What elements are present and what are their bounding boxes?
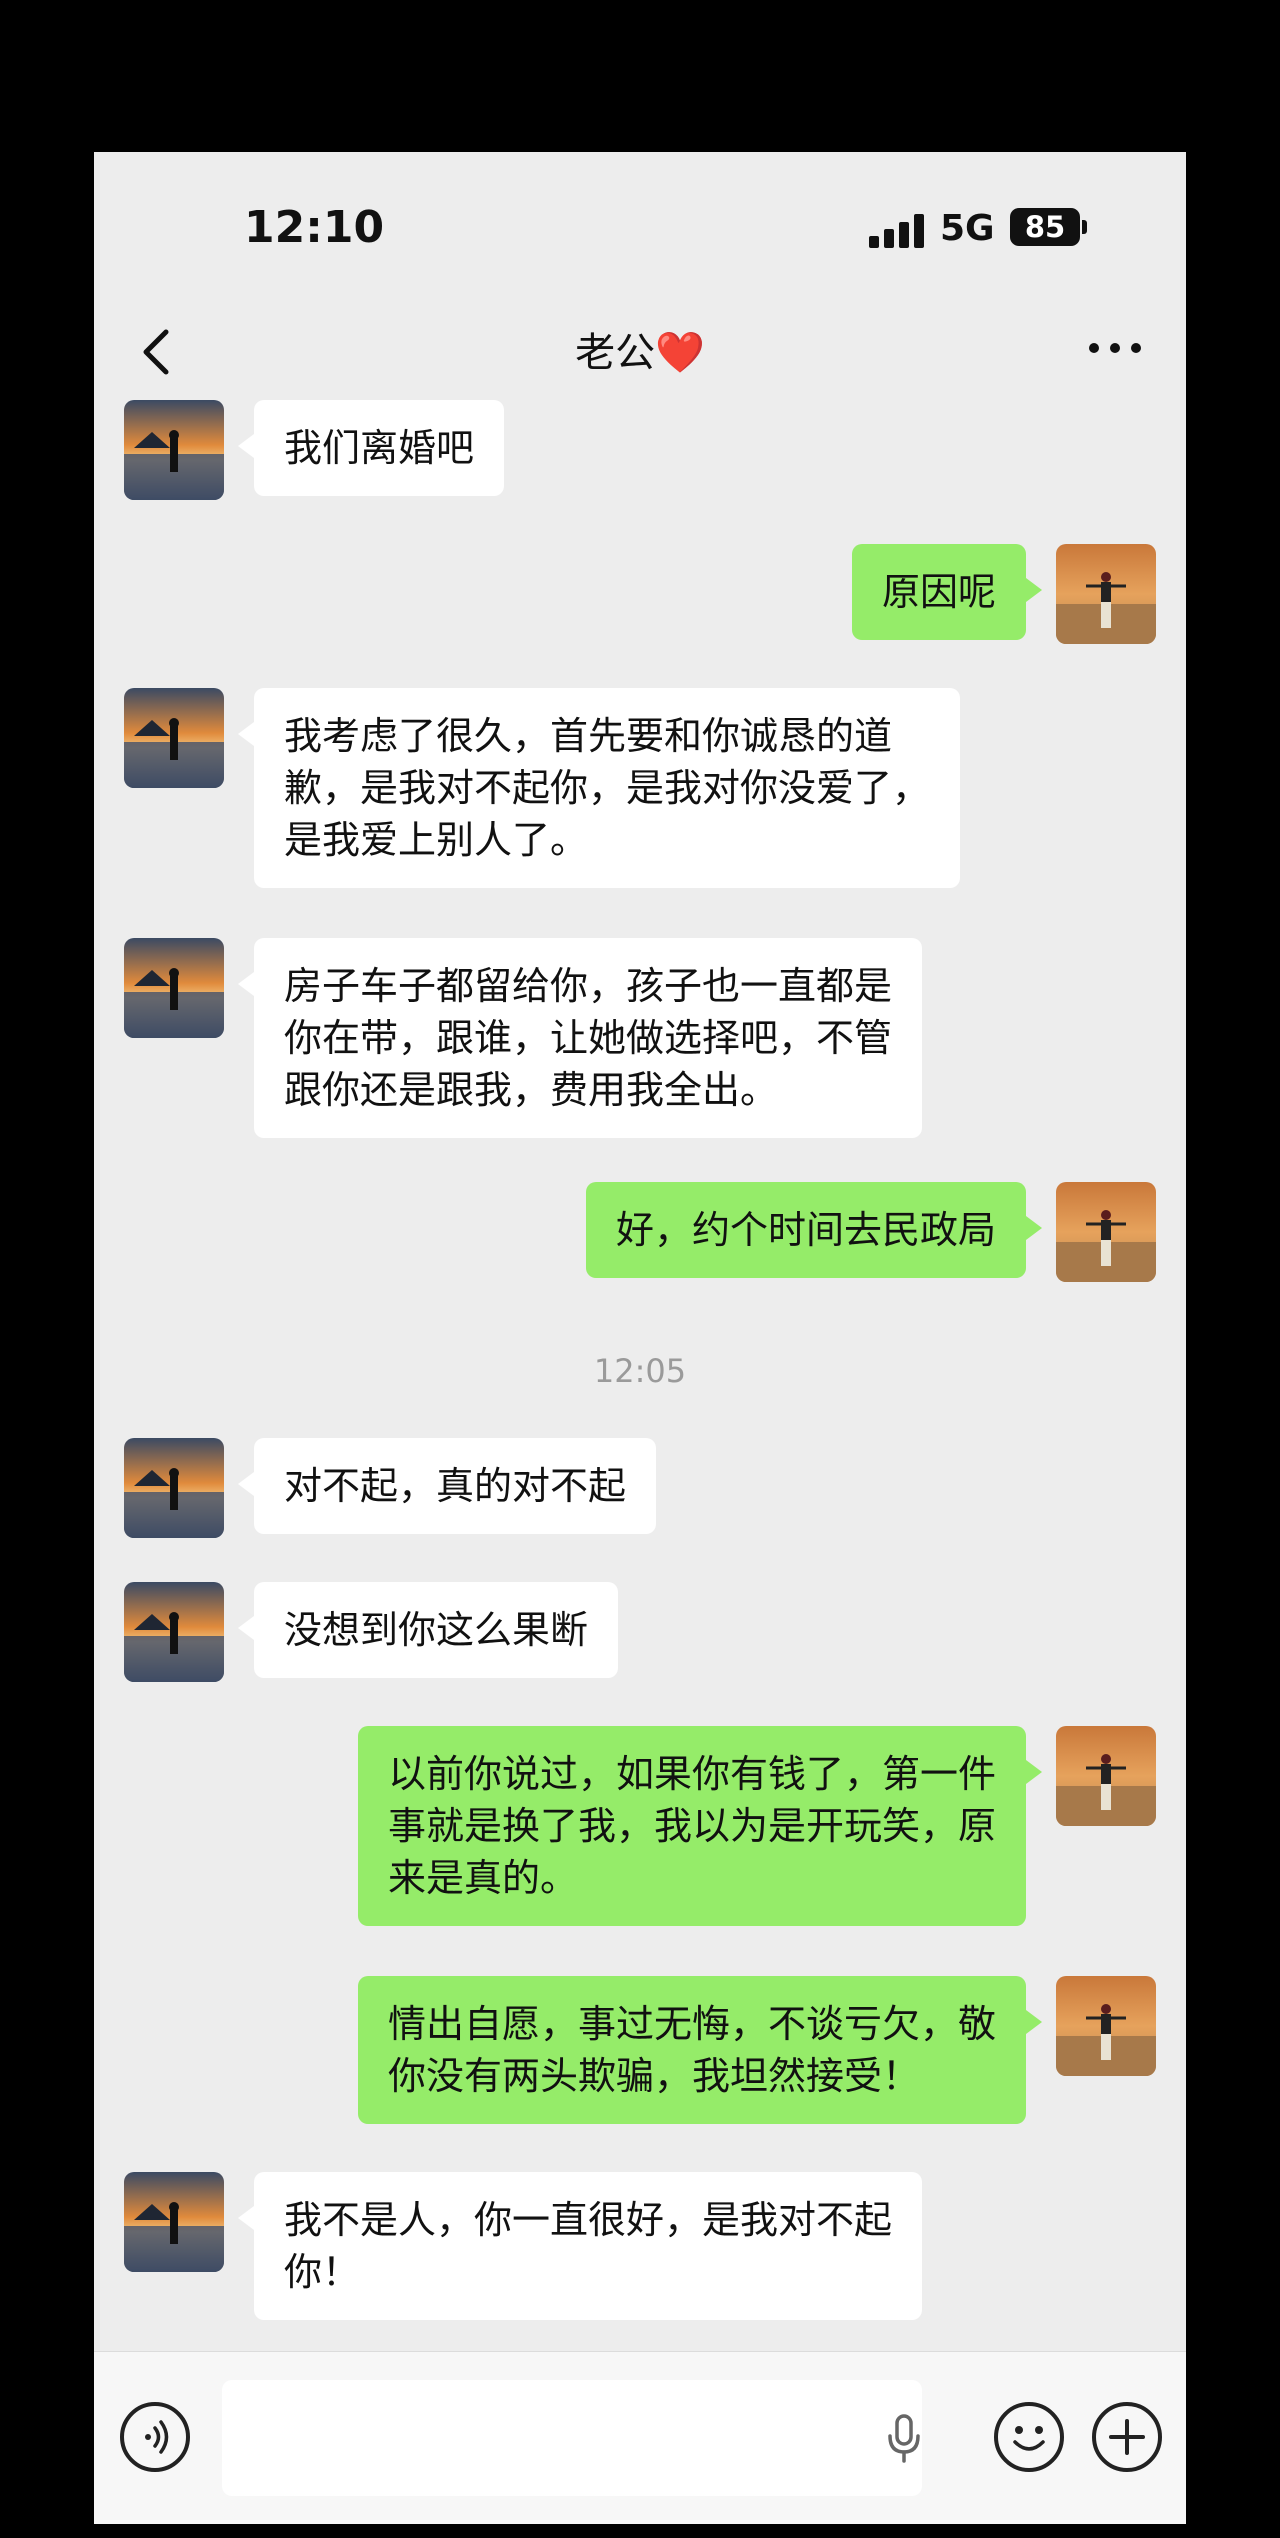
- sent-message-bubble[interactable]: 以前你说过，如果你有钱了，第一件 事就是换了我，我以为是开玩笑，原 来是真的。: [357, 1726, 1043, 1926]
- add-plus-icon[interactable]: [1092, 2402, 1162, 2472]
- more-options-icon[interactable]: [1084, 328, 1146, 368]
- contact-avatar[interactable]: [124, 2172, 224, 2272]
- network-type: 5G: [940, 208, 995, 249]
- contact-avatar[interactable]: [124, 400, 224, 500]
- received-message-bubble[interactable]: 没想到你这么果断: [237, 1582, 619, 1678]
- signal-icon: [869, 214, 929, 248]
- sent-message-bubble[interactable]: 情出自愿，事过无悔，不谈亏欠，敬 你没有两头欺骗，我坦然接受！: [357, 1976, 1043, 2124]
- received-message-bubble[interactable]: 我考虑了很久，首先要和你诚恳的道 歉，是我对不起你，是我对你没爱了， 是我爱上别…: [237, 688, 961, 888]
- phone-screen: 12:10 5G 85 老公❤️ 我们离婚吧原因呢我考虑了很久，首先要和你诚恳的…: [94, 152, 1186, 2524]
- microphone-icon[interactable]: [886, 2414, 922, 2464]
- battery-tip: [1082, 220, 1087, 234]
- message-input[interactable]: [222, 2380, 922, 2496]
- contact-avatar[interactable]: [124, 1438, 224, 1538]
- emoji-icon[interactable]: [994, 2402, 1064, 2472]
- status-time: 12:10: [244, 202, 385, 253]
- my-avatar[interactable]: [1056, 1726, 1156, 1826]
- received-message-bubble[interactable]: 我们离婚吧: [237, 400, 505, 496]
- contact-avatar[interactable]: [124, 938, 224, 1038]
- sent-message-bubble[interactable]: 好，约个时间去民政局: [585, 1182, 1043, 1278]
- sent-message-bubble[interactable]: 原因呢: [851, 544, 1043, 640]
- contact-avatar[interactable]: [124, 688, 224, 788]
- received-message-bubble[interactable]: 我不是人，你一直很好，是我对不起 你！: [237, 2172, 923, 2320]
- received-message-bubble[interactable]: 房子车子都留给你，孩子也一直都是 你在带，跟谁，让她做选择吧，不管 跟你还是跟我…: [237, 938, 923, 1138]
- status-bar: 12:10 5G 85: [94, 152, 1186, 302]
- my-avatar[interactable]: [1056, 1182, 1156, 1282]
- my-avatar[interactable]: [1056, 1976, 1156, 2076]
- chat-header: 老公❤️: [94, 302, 1186, 397]
- received-message-bubble[interactable]: 对不起，真的对不起: [237, 1438, 657, 1534]
- input-bar: [94, 2351, 1186, 2524]
- my-avatar[interactable]: [1056, 544, 1156, 644]
- chat-title: 老公❤️: [575, 330, 705, 376]
- battery-level: 85: [1010, 208, 1080, 246]
- message-timestamp: 12:05: [593, 1352, 687, 1390]
- voice-mode-icon[interactable]: [120, 2402, 190, 2472]
- contact-avatar[interactable]: [124, 1582, 224, 1682]
